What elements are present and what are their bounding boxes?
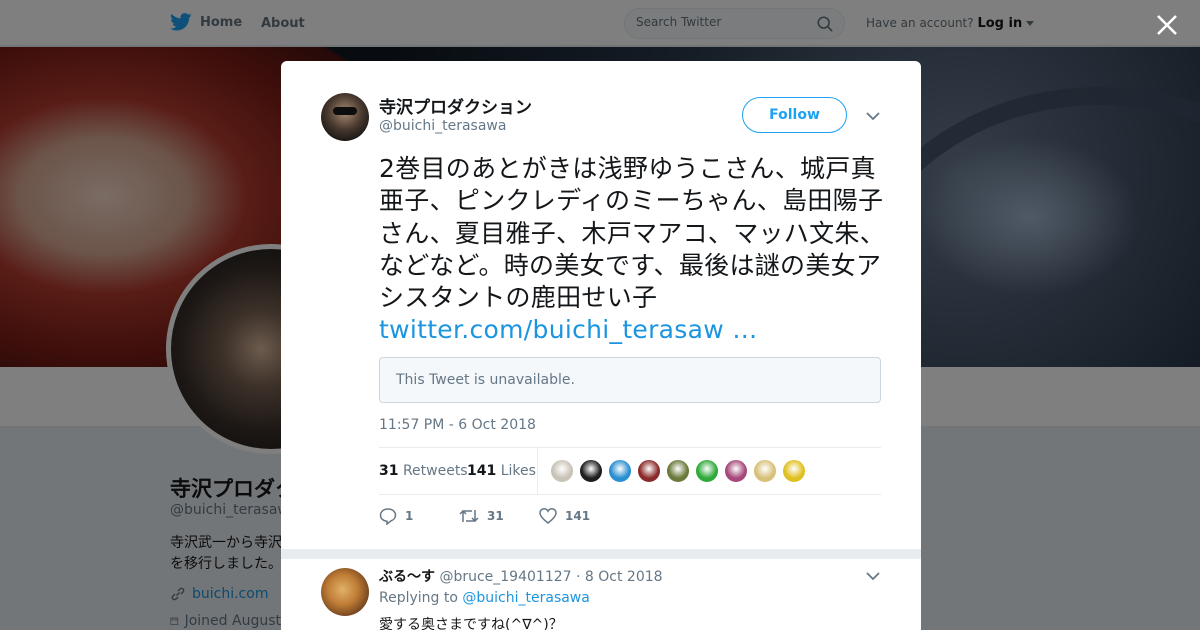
reply-author-handle[interactable]: @bruce_19401127: [439, 569, 571, 585]
likes-label: Likes: [500, 463, 536, 479]
retweets-label: Retweets: [402, 463, 468, 479]
liker-avatar[interactable]: [695, 459, 719, 483]
reply-count: 1: [405, 509, 414, 523]
author-name[interactable]: 寺沢プロダクション: [379, 93, 532, 118]
tweet-body: 2巻目のあとがきは浅野ゆうこさん、城戸真亜子、ピンクレディのミーちゃん、島田陽子…: [379, 154, 886, 313]
tweet-modal: 寺沢プロダクション @buichi_terasawa Follow 2巻目のあと…: [281, 61, 921, 630]
chevron-down-icon[interactable]: [866, 111, 880, 121]
liker-avatar[interactable]: [550, 459, 574, 483]
tweet-actions: 1 31 141: [379, 501, 679, 531]
like-count: 141: [565, 509, 591, 523]
reply-date[interactable]: · 8 Oct 2018: [576, 569, 663, 585]
reply-icon: [379, 508, 397, 525]
quoted-tweet-unavailable: This Tweet is unavailable.: [379, 357, 881, 403]
reply-author-name[interactable]: ぶる～す: [379, 569, 435, 585]
reply-text: 愛する奥さまですね(^∇^)？: [379, 617, 563, 630]
chevron-down-icon[interactable]: [866, 571, 880, 581]
liker-avatars: [550, 459, 806, 483]
liker-avatar[interactable]: [724, 459, 748, 483]
replying-to-handle[interactable]: @buichi_terasawa: [462, 590, 589, 606]
replying-to-label: Replying to: [379, 590, 458, 606]
liker-avatar[interactable]: [608, 459, 632, 483]
follow-button[interactable]: Follow: [742, 97, 847, 133]
reply-author-avatar[interactable]: [321, 568, 369, 616]
liker-avatar[interactable]: [753, 459, 777, 483]
likes-count: 141: [467, 463, 497, 479]
replying-to: Replying to @buichi_terasawa: [379, 590, 590, 606]
author-avatar[interactable]: [321, 93, 369, 141]
tweet-link[interactable]: twitter.com/buichi_terasaw …: [379, 315, 758, 344]
reply-button[interactable]: 1: [379, 507, 413, 525]
liker-avatar[interactable]: [579, 459, 603, 483]
like-button[interactable]: 141: [539, 507, 590, 525]
retweet-icon: [459, 509, 479, 523]
author-handle[interactable]: @buichi_terasawa: [379, 118, 506, 134]
retweets-count: 31: [379, 463, 399, 479]
heart-icon: [539, 508, 557, 524]
retweets-stat[interactable]: 31 Retweets: [379, 463, 468, 479]
tweet-stats: 31 Retweets 141 Likes: [379, 447, 881, 495]
retweet-count: 31: [487, 509, 504, 523]
retweet-button[interactable]: 31: [459, 507, 504, 525]
tweet-timestamp[interactable]: 11:57 PM - 6 Oct 2018: [379, 417, 536, 433]
liker-avatar[interactable]: [637, 459, 661, 483]
close-icon[interactable]: [1154, 12, 1180, 38]
tweet-text: 2巻目のあとがきは浅野ゆうこさん、城戸真亜子、ピンクレディのミーちゃん、島田陽子…: [379, 153, 889, 347]
reply-header: ぶる～す @bruce_19401127 · 8 Oct 2018: [379, 566, 663, 586]
replies-divider: [281, 549, 921, 559]
stats-divider: [537, 448, 538, 494]
liker-avatar[interactable]: [782, 459, 806, 483]
liker-avatar[interactable]: [666, 459, 690, 483]
likes-stat[interactable]: 141 Likes: [467, 463, 536, 479]
